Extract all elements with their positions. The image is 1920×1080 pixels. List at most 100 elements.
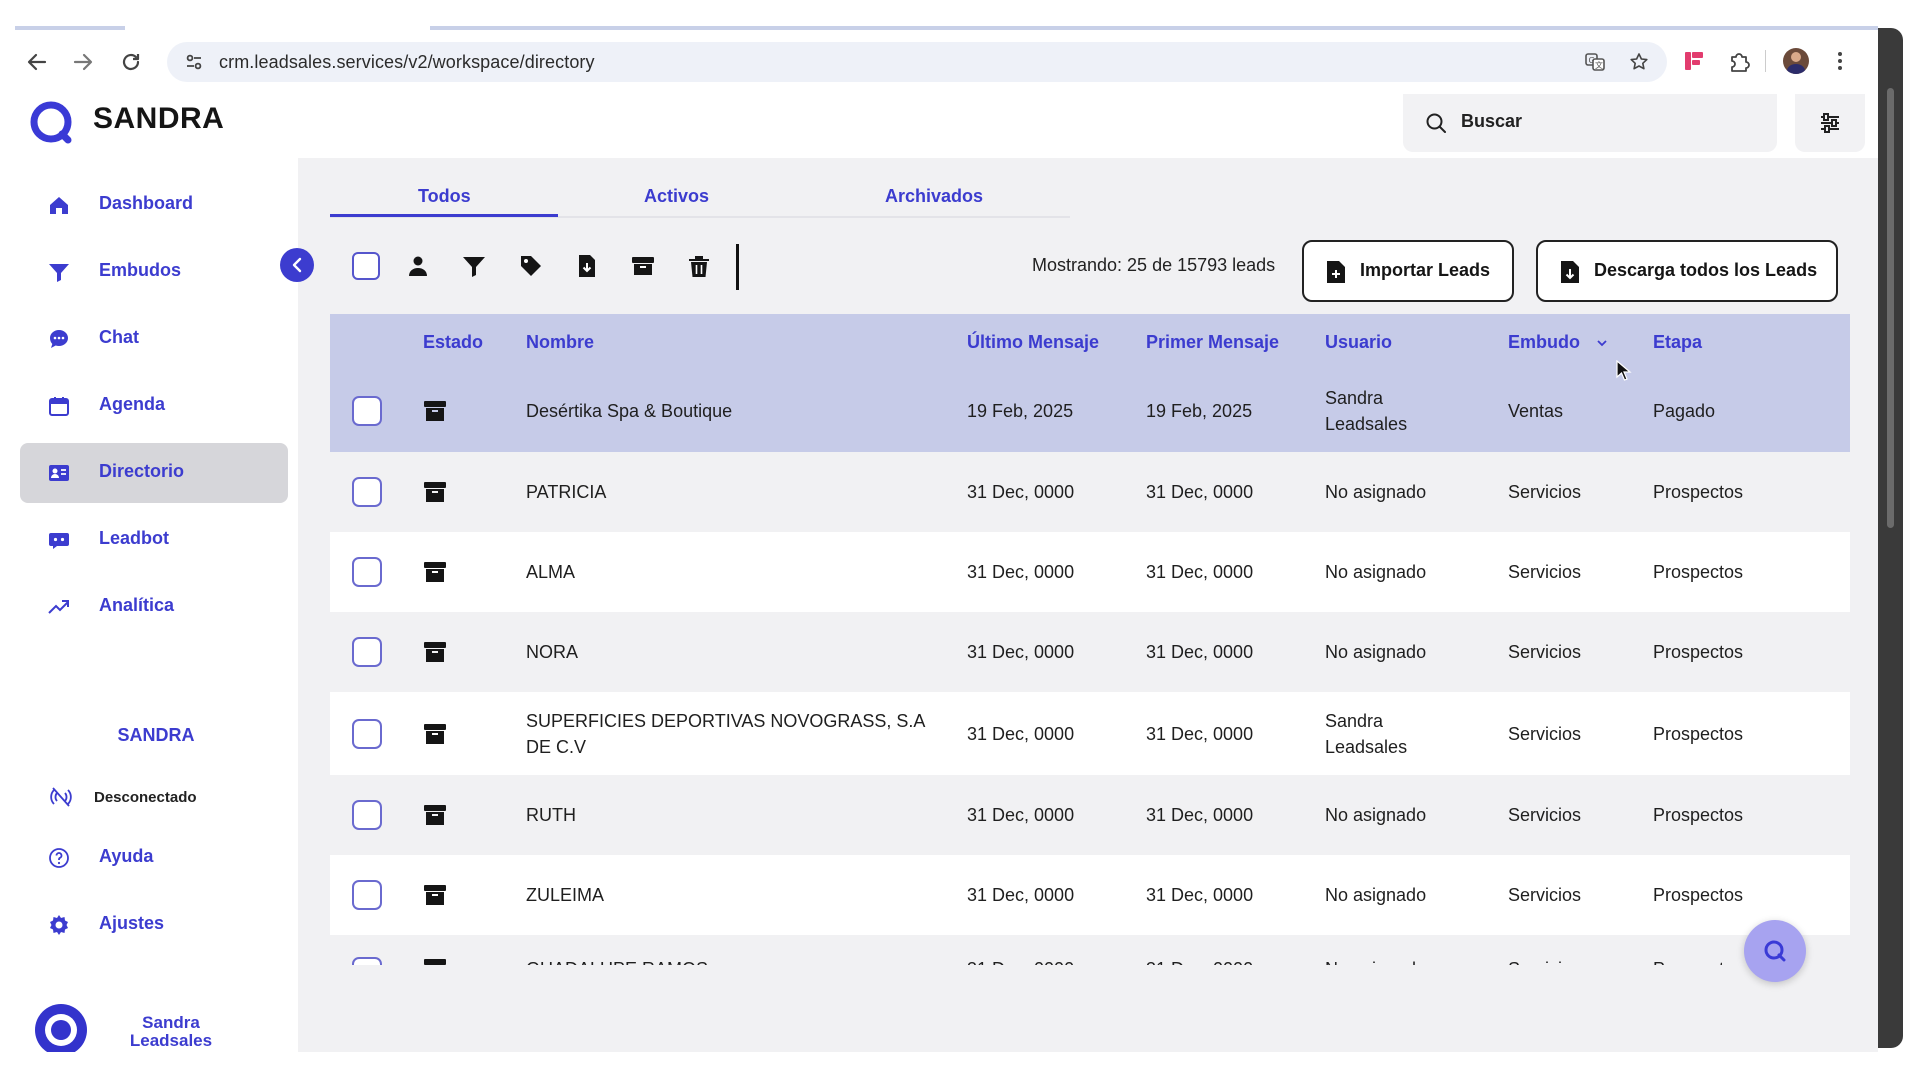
sidebar-item-dashboard[interactable]: Dashboard: [20, 175, 288, 235]
assigned-user: No asignado: [1325, 956, 1426, 965]
archive-icon[interactable]: [424, 959, 446, 965]
lead-name[interactable]: ALMA: [526, 559, 575, 585]
address-bar[interactable]: crm.leadsales.services/v2/workspace/dire…: [167, 42, 1667, 82]
import-leads-button[interactable]: Importar Leads: [1302, 240, 1514, 302]
column-etapa[interactable]: Etapa: [1653, 332, 1702, 353]
stage-name: Pagado: [1653, 401, 1716, 421]
lead-name[interactable]: PATRICIA: [526, 479, 606, 505]
first-message-date: 31 Dec, 0000: [1146, 562, 1254, 582]
archive-icon[interactable]: [424, 805, 446, 825]
funnel-name: Servicios: [1508, 724, 1582, 744]
first-message-date: 19 Feb, 2025: [1146, 401, 1253, 421]
sidebar-item-agenda[interactable]: Agenda: [20, 376, 288, 436]
archive-icon[interactable]: [424, 562, 446, 582]
site-settings-icon[interactable]: [185, 53, 203, 71]
archive-icon[interactable]: [424, 482, 446, 502]
user-avatar[interactable]: [35, 1004, 87, 1052]
sidebar-item-directorio[interactable]: Directorio: [20, 443, 288, 503]
sidebar-item-ajustes[interactable]: Ajustes: [20, 895, 288, 955]
forward-icon[interactable]: [71, 50, 95, 74]
column-usuario[interactable]: Usuario: [1325, 332, 1392, 353]
archive-icon[interactable]: [424, 642, 446, 662]
sidebar-item-label: Ajustes: [99, 913, 165, 933]
import-leads-label: Importar Leads: [1360, 260, 1491, 280]
table-row[interactable]: Desértika Spa & Boutique 19 Feb, 2025 19…: [330, 370, 1850, 452]
column-ultimo-mensaje[interactable]: Último Mensaje: [967, 332, 1099, 353]
table-row[interactable]: NORA 31 Dec, 0000 31 Dec, 0000 No asigna…: [330, 612, 1850, 692]
first-message-date: 31 Dec, 0000: [1146, 885, 1254, 905]
lead-name[interactable]: RUTH: [526, 802, 576, 828]
archive-icon[interactable]: [424, 724, 446, 744]
column-embudo[interactable]: Embudo: [1508, 332, 1580, 353]
download-all-leads-button[interactable]: Descarga todos los Leads: [1536, 240, 1838, 302]
lead-name[interactable]: SUPERFICIES DEPORTIVAS NOVOGRASS, S.A DE…: [526, 708, 936, 760]
collapse-sidebar-button[interactable]: [280, 248, 314, 282]
column-primer-mensaje[interactable]: Primer Mensaje: [1146, 332, 1279, 353]
lead-name[interactable]: ZULEIMA: [526, 882, 604, 908]
archive-icon[interactable]: [631, 254, 655, 278]
row-checkbox[interactable]: [352, 557, 382, 587]
window-scrollbar[interactable]: [1878, 28, 1903, 1048]
assign-user-icon[interactable]: [406, 254, 430, 278]
export-file-icon[interactable]: [575, 254, 599, 278]
trash-icon[interactable]: [687, 254, 711, 278]
table-row[interactable]: SUPERFICIES DEPORTIVAS NOVOGRASS, S.A DE…: [330, 692, 1850, 775]
row-checkbox[interactable]: [352, 477, 382, 507]
row-checkbox[interactable]: [352, 637, 382, 667]
filter-settings-button[interactable]: [1795, 94, 1865, 152]
profile-avatar[interactable]: [1783, 48, 1809, 74]
archive-icon[interactable]: [424, 885, 446, 905]
scrollbar-thumb[interactable]: [1887, 88, 1894, 528]
search-box[interactable]: Buscar: [1403, 94, 1777, 152]
gear-icon: [50, 915, 68, 935]
chevron-down-icon[interactable]: [1596, 338, 1608, 348]
funnel-icon[interactable]: [462, 254, 486, 278]
search-placeholder[interactable]: Buscar: [1461, 111, 1522, 132]
url-text[interactable]: crm.leadsales.services/v2/workspace/dire…: [219, 52, 595, 73]
row-checkbox[interactable]: [352, 880, 382, 910]
tab-bar: Todos Activos Archivados: [330, 158, 1070, 218]
column-estado[interactable]: Estado: [423, 332, 483, 353]
extension-flag-icon[interactable]: [1681, 48, 1707, 74]
tag-icon[interactable]: [519, 254, 543, 278]
leadsales-chat-launcher[interactable]: [1744, 920, 1806, 982]
lead-name[interactable]: GUADALUPE RAMOS: [526, 956, 708, 965]
user-name[interactable]: Sandra Leadsales: [111, 1014, 231, 1050]
back-icon[interactable]: [25, 50, 49, 74]
contact-card-icon: [49, 465, 69, 481]
chevron-left-icon: [292, 257, 302, 273]
table-row[interactable]: GUADALUPE RAMOS 31 Dec, 0000 31 Dec, 000…: [330, 935, 1850, 965]
funnel-name: Servicios: [1508, 885, 1582, 905]
tab-activos[interactable]: Activos: [644, 186, 709, 207]
table-row[interactable]: PATRICIA 31 Dec, 0000 31 Dec, 0000 No as…: [330, 452, 1850, 532]
table-row[interactable]: ZULEIMA 31 Dec, 0000 31 Dec, 0000 No asi…: [330, 855, 1850, 935]
sidebar-item-leadbot[interactable]: Leadbot: [20, 510, 288, 570]
table-row[interactable]: ALMA 31 Dec, 0000 31 Dec, 0000 No asigna…: [330, 532, 1850, 612]
column-nombre[interactable]: Nombre: [526, 332, 594, 353]
tab-todos[interactable]: Todos: [418, 186, 471, 207]
bookmark-star-icon[interactable]: [1629, 52, 1649, 72]
row-checkbox[interactable]: [352, 719, 382, 749]
sidebar-item-analitica[interactable]: Analítica: [20, 577, 288, 637]
first-message-date: 31 Dec, 0000: [1146, 805, 1254, 825]
sidebar-item-chat[interactable]: Chat: [20, 309, 288, 369]
bulk-actions-toolbar: Mostrando: 25 de 15793 leads Importar Le…: [330, 240, 1850, 302]
archive-icon[interactable]: [424, 401, 446, 421]
table-row[interactable]: RUTH 31 Dec, 0000 31 Dec, 0000 No asigna…: [330, 775, 1850, 855]
row-checkbox[interactable]: [352, 396, 382, 426]
sidebar-item-embudos[interactable]: Embudos: [20, 242, 288, 302]
reload-icon[interactable]: [119, 50, 143, 74]
sidebar-item-ayuda[interactable]: Ayuda: [20, 828, 288, 888]
row-checkbox[interactable]: [352, 800, 382, 830]
row-checkbox[interactable]: [352, 957, 382, 965]
translate-icon[interactable]: G文: [1585, 52, 1605, 72]
lead-name[interactable]: NORA: [526, 639, 578, 665]
toolbar-separator: [736, 244, 739, 290]
last-message-date: 31 Dec, 0000: [967, 885, 1075, 905]
extensions-puzzle-icon[interactable]: [1727, 48, 1753, 74]
browser-menu-icon[interactable]: [1827, 48, 1853, 74]
select-all-checkbox[interactable]: [352, 252, 380, 280]
lead-name[interactable]: Desértika Spa & Boutique: [526, 398, 732, 424]
funnel-name: Servicios: [1508, 805, 1582, 825]
tab-archivados[interactable]: Archivados: [885, 186, 983, 207]
